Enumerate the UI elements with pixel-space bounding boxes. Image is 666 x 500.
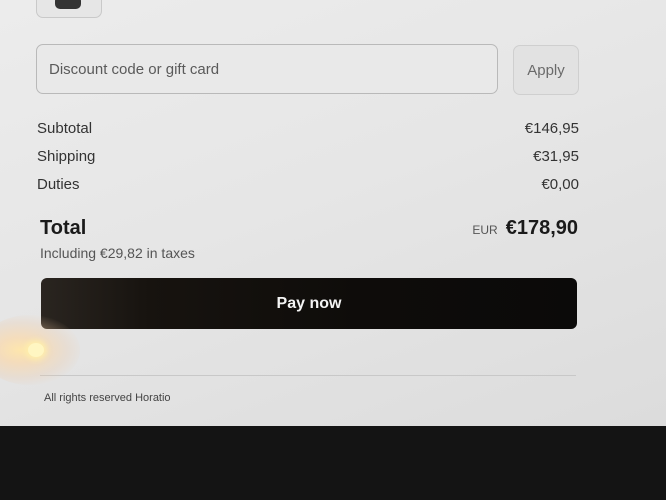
discount-code-input[interactable] <box>36 44 498 94</box>
total-value: EUR €178,90 <box>472 217 578 240</box>
total-label: Total <box>40 216 87 239</box>
product-icon <box>55 0 81 9</box>
subtotal-row: Subtotal €146,95 <box>37 118 579 138</box>
apply-button[interactable]: Apply <box>513 45 579 95</box>
footer-divider <box>40 375 576 376</box>
taxes-note: Including €29,82 in taxes <box>40 245 195 261</box>
pay-now-button[interactable]: Pay now <box>41 278 577 329</box>
shipping-amount: €31,95 <box>533 147 579 165</box>
shipping-row: Shipping €31,95 <box>37 146 579 166</box>
checkout-screen: Apply Subtotal €146,95 Shipping €31,95 D… <box>0 0 666 426</box>
subtotal-amount: €146,95 <box>524 119 579 137</box>
duties-row: Duties €0,00 <box>37 174 579 194</box>
total-amount: €178,90 <box>505 216 578 239</box>
subtotal-label: Subtotal <box>37 119 93 137</box>
duties-amount: €0,00 <box>541 175 579 193</box>
total-row: Total EUR €178,90 <box>40 214 578 242</box>
shipping-label: Shipping <box>37 147 96 165</box>
currency-code: EUR <box>472 222 498 237</box>
footer-copyright: All rights reserved Horatio <box>44 392 171 404</box>
glare-highlight <box>28 343 44 357</box>
product-thumbnail <box>36 0 102 18</box>
duties-label: Duties <box>37 175 80 193</box>
